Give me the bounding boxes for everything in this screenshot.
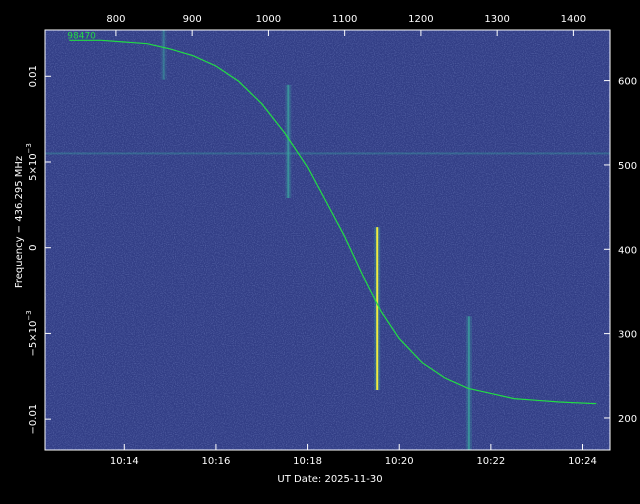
signal-streak [162, 30, 165, 80]
left-tick-label: −0.01 [28, 404, 39, 435]
right-tick-label: 600 [618, 77, 637, 88]
right-tick-label: 300 [618, 330, 637, 341]
bottom-tick-label: 10:14 [110, 456, 139, 467]
top-tick-label: 1200 [408, 14, 433, 25]
horizontal-band [45, 152, 610, 155]
bottom-tick-label: 10:16 [202, 456, 231, 467]
right-tick-label: 400 [618, 245, 637, 256]
top-tick-label: 800 [106, 14, 125, 25]
signal-streak [467, 316, 470, 450]
curve-label: 98470 [67, 31, 96, 41]
y-axis-label: Frequency − 436.295 MHz [14, 156, 25, 288]
x-axis-label: UT Date: 2025-11-30 [277, 474, 382, 485]
bottom-tick-label: 10:18 [293, 456, 322, 467]
top-tick-label: 1300 [484, 14, 509, 25]
bottom-tick-label: 10:24 [568, 456, 597, 467]
signal-streak [376, 227, 379, 390]
signal-streak [287, 84, 290, 198]
top-tick-label: 1000 [256, 14, 281, 25]
bottom-tick-label: 10:22 [476, 456, 505, 467]
top-tick-label: 1100 [332, 14, 357, 25]
noise-texture [45, 30, 610, 450]
waterfall-plot-svg: 98470 10:14 10:16 10:18 10:20 10:22 10:24 800 9… [0, 0, 640, 500]
top-tick-label: 900 [183, 14, 202, 25]
left-tick-label: 0 [28, 245, 39, 251]
bottom-tick-label: 10:20 [385, 456, 414, 467]
waterfall-chart: 98470 10:14 10:16 10:18 10:20 10:22 10:24 800 9… [0, 0, 640, 500]
top-tick-label: 1400 [561, 14, 586, 25]
right-tick-label: 200 [618, 414, 637, 425]
left-tick-label: 0.01 [28, 65, 39, 87]
right-tick-label: 500 [618, 161, 637, 172]
